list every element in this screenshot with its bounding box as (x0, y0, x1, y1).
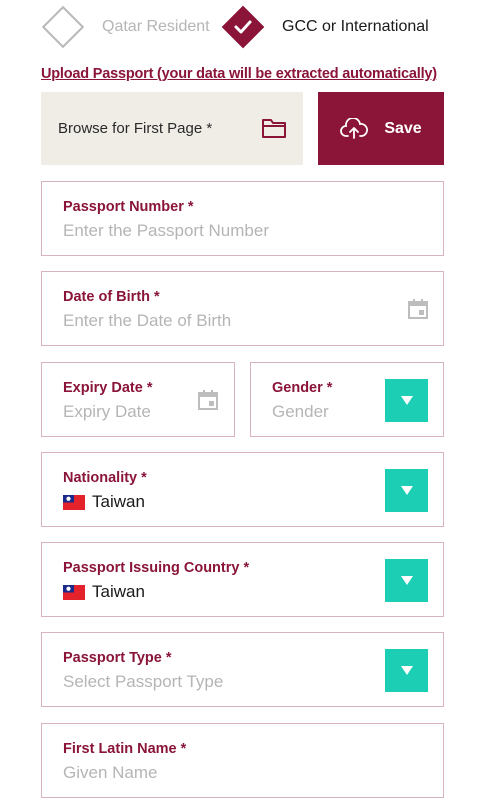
save-button[interactable]: Save (318, 92, 444, 165)
nationality-field[interactable]: Nationality * Taiwan (41, 452, 444, 527)
expiry-date-field[interactable]: Expiry Date * Expiry Date (41, 362, 235, 437)
qatar-resident-label: Qatar Resident (102, 18, 210, 35)
taiwan-flag-icon (63, 584, 85, 600)
calendar-icon[interactable] (197, 389, 219, 411)
passport-type-dropdown-button[interactable] (385, 649, 428, 692)
check-icon (234, 20, 252, 34)
gender-label: Gender * (272, 380, 333, 396)
gender-field[interactable]: Gender * Gender (250, 362, 444, 437)
gender-select[interactable]: Gender (272, 402, 329, 422)
radio-diamond-checked-icon[interactable] (221, 5, 265, 49)
browse-first-page-input[interactable]: Browse for First Page * (41, 92, 303, 165)
calendar-icon[interactable] (407, 298, 429, 320)
passport-type-label: Passport Type * (63, 650, 172, 666)
passport-number-label: Passport Number * (63, 199, 194, 215)
cloud-upload-icon (340, 117, 369, 139)
date-of-birth-input[interactable]: Enter the Date of Birth (63, 311, 231, 331)
passport-number-input[interactable]: Enter the Passport Number (63, 221, 269, 241)
issuing-country-select[interactable]: Taiwan (63, 582, 145, 602)
radio-diamond-empty-icon[interactable] (41, 5, 85, 49)
expiry-date-label: Expiry Date * (63, 380, 153, 396)
resident-type-toggle: Qatar Resident GCC or International (40, 4, 440, 50)
save-button-label: Save (384, 119, 422, 137)
passport-type-select[interactable]: Select Passport Type (63, 672, 223, 692)
chevron-down-icon (400, 666, 413, 675)
issuing-country-field[interactable]: Passport Issuing Country * Taiwan (41, 542, 444, 617)
date-of-birth-field[interactable]: Date of Birth * Enter the Date of Birth (41, 271, 444, 346)
passport-type-field[interactable]: Passport Type * Select Passport Type (41, 632, 444, 707)
gcc-international-label: GCC or International (282, 18, 429, 35)
nationality-value: Taiwan (92, 492, 145, 511)
upload-passport-link[interactable]: Upload Passport (your data will be extra… (41, 66, 437, 82)
first-latin-name-label: First Latin Name * (63, 741, 187, 757)
gender-dropdown-button[interactable] (385, 379, 428, 422)
issuing-country-value: Taiwan (92, 582, 145, 601)
browse-first-page-label: Browse for First Page * (58, 120, 213, 137)
chevron-down-icon (400, 486, 413, 495)
folder-icon[interactable] (261, 116, 287, 140)
nationality-select[interactable]: Taiwan (63, 492, 145, 512)
qatar-resident-option[interactable]: Qatar Resident (40, 4, 210, 50)
passport-number-field[interactable]: Passport Number * Enter the Passport Num… (41, 181, 444, 256)
gcc-international-option[interactable]: GCC or International (220, 4, 429, 50)
issuing-country-label: Passport Issuing Country * (63, 560, 250, 576)
chevron-down-icon (400, 576, 413, 585)
nationality-label: Nationality * (63, 470, 147, 486)
first-latin-name-field[interactable]: First Latin Name * Given Name (41, 723, 444, 798)
date-of-birth-label: Date of Birth * (63, 289, 160, 305)
issuing-country-dropdown-button[interactable] (385, 559, 428, 602)
expiry-date-input[interactable]: Expiry Date (63, 402, 151, 422)
taiwan-flag-icon (63, 494, 85, 510)
first-latin-name-input[interactable]: Given Name (63, 763, 157, 783)
chevron-down-icon (400, 396, 413, 405)
nationality-dropdown-button[interactable] (385, 469, 428, 512)
